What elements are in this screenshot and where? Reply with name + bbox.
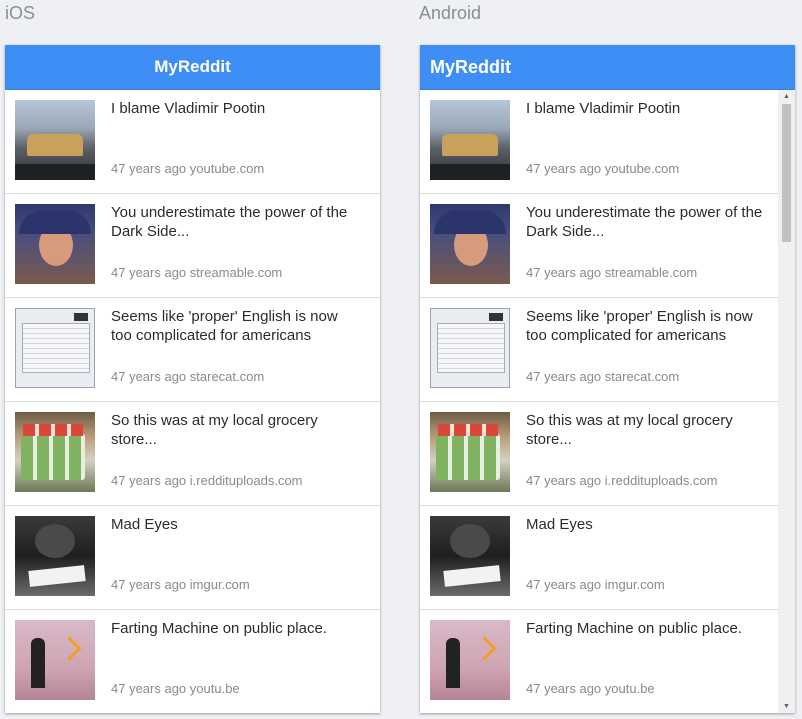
post-thumbnail[interactable] bbox=[430, 308, 510, 388]
app-title: MyReddit bbox=[430, 56, 511, 77]
post-title[interactable]: I blame Vladimir Pootin bbox=[111, 99, 360, 118]
list-item[interactable]: So this was at my local grocery store...… bbox=[420, 402, 795, 506]
post-meta: 47 years ago imgur.com bbox=[111, 577, 250, 592]
post-meta: 47 years ago youtube.com bbox=[111, 161, 265, 176]
post-thumbnail[interactable] bbox=[430, 620, 510, 700]
post-thumbnail[interactable] bbox=[15, 100, 95, 180]
post-title[interactable]: Seems like 'proper' English is now too c… bbox=[526, 307, 775, 345]
android-app: MyReddit I blame Vladimir Pootin 47 years… bbox=[420, 45, 795, 713]
post-meta: 47 years ago i.reddituploads.com bbox=[111, 473, 303, 488]
android-label: Android bbox=[419, 3, 482, 23]
post-meta: 47 years ago imgur.com bbox=[526, 577, 665, 592]
post-title[interactable]: You underestimate the power of the Dark … bbox=[111, 203, 360, 241]
post-thumbnail[interactable] bbox=[15, 516, 95, 596]
post-thumbnail[interactable] bbox=[430, 100, 510, 180]
post-thumbnail[interactable] bbox=[430, 204, 510, 284]
post-thumbnail[interactable] bbox=[15, 412, 95, 492]
post-meta: 47 years ago starecat.com bbox=[111, 369, 265, 384]
post-thumbnail[interactable] bbox=[15, 204, 95, 284]
ios-app: MyReddit I blame Vladimir Pootin 47 years… bbox=[5, 45, 380, 713]
post-title[interactable]: Farting Machine on public place. bbox=[526, 619, 775, 638]
post-meta: 47 years ago i.reddituploads.com bbox=[526, 473, 718, 488]
post-meta: 47 years ago streamable.com bbox=[526, 265, 698, 280]
list-item[interactable]: Farting Machine on public place. 47 years… bbox=[420, 610, 795, 713]
scroll-down-icon[interactable]: ▼ bbox=[778, 700, 795, 713]
scrollbar-thumb[interactable] bbox=[782, 104, 791, 242]
post-list[interactable]: I blame Vladimir Pootin 47 years ago yout… bbox=[5, 90, 380, 713]
list-item[interactable]: I blame Vladimir Pootin 47 years ago yout… bbox=[5, 90, 380, 194]
ios-label: iOS bbox=[5, 3, 36, 23]
post-title[interactable]: Mad Eyes bbox=[111, 515, 360, 534]
list-item[interactable]: Seems like 'proper' English is now too c… bbox=[420, 298, 795, 402]
app-bar: MyReddit bbox=[420, 45, 795, 90]
scroll-up-icon[interactable]: ▲ bbox=[778, 90, 795, 104]
scrollbar[interactable]: ▲ ▼ bbox=[778, 90, 795, 713]
post-title[interactable]: I blame Vladimir Pootin bbox=[526, 99, 775, 118]
post-thumbnail[interactable] bbox=[430, 412, 510, 492]
list-item[interactable]: So this was at my local grocery store...… bbox=[5, 402, 380, 506]
list-item[interactable]: Seems like 'proper' English is now too c… bbox=[5, 298, 380, 402]
list-item[interactable]: Farting Machine on public place. 47 years… bbox=[5, 610, 380, 713]
list-item[interactable]: Mad Eyes 47 years ago imgur.com bbox=[420, 506, 795, 610]
post-meta: 47 years ago youtu.be bbox=[526, 681, 655, 696]
post-thumbnail[interactable] bbox=[15, 308, 95, 388]
app-title: MyReddit bbox=[154, 57, 231, 76]
post-list[interactable]: I blame Vladimir Pootin 47 years ago yout… bbox=[420, 90, 795, 713]
post-meta: 47 years ago youtu.be bbox=[111, 681, 240, 696]
list-item[interactable]: Mad Eyes 47 years ago imgur.com bbox=[5, 506, 380, 610]
post-thumbnail[interactable] bbox=[430, 516, 510, 596]
post-title[interactable]: Farting Machine on public place. bbox=[111, 619, 360, 638]
list-item[interactable]: You underestimate the power of the Dark … bbox=[5, 194, 380, 298]
post-title[interactable]: Seems like 'proper' English is now too c… bbox=[111, 307, 360, 345]
list-item[interactable]: You underestimate the power of the Dark … bbox=[420, 194, 795, 298]
post-title[interactable]: Mad Eyes bbox=[526, 515, 775, 534]
post-meta: 47 years ago starecat.com bbox=[526, 369, 680, 384]
post-title[interactable]: You underestimate the power of the Dark … bbox=[526, 203, 775, 241]
app-bar: MyReddit bbox=[5, 45, 380, 90]
post-title[interactable]: So this was at my local grocery store... bbox=[526, 411, 775, 449]
list-item[interactable]: I blame Vladimir Pootin 47 years ago yout… bbox=[420, 90, 795, 194]
post-title[interactable]: So this was at my local grocery store... bbox=[111, 411, 360, 449]
post-meta: 47 years ago youtube.com bbox=[526, 161, 680, 176]
post-thumbnail[interactable] bbox=[15, 620, 95, 700]
post-meta: 47 years ago streamable.com bbox=[111, 265, 283, 280]
